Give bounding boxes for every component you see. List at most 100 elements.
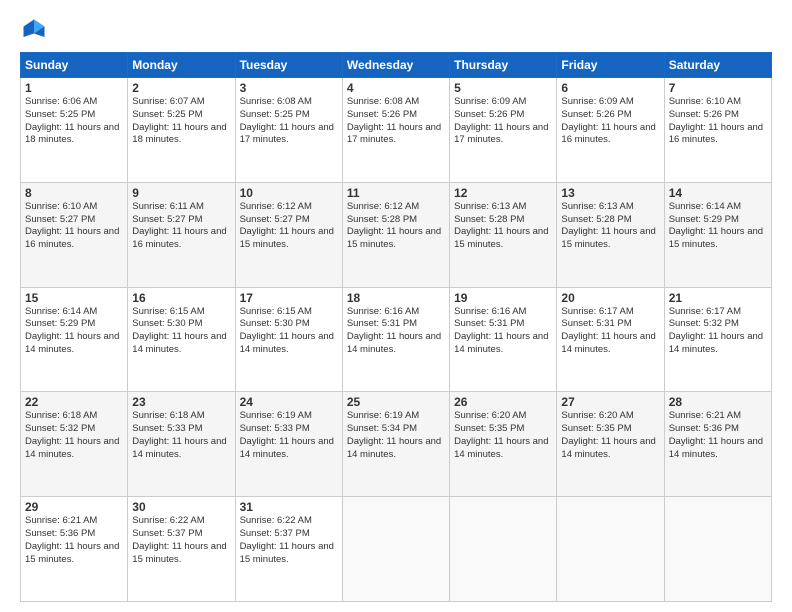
sunset-label: Sunset: 5:35 PM [454,423,524,434]
sunrise-label: Sunrise: 6:09 AM [454,96,526,107]
day-info: Sunrise: 6:17 AM Sunset: 5:32 PM Dayligh… [669,306,767,357]
day-cell: 3 Sunrise: 6:08 AM Sunset: 5:25 PM Dayli… [235,78,342,183]
daylight-label: Daylight: 11 hours and 14 minutes. [669,331,763,355]
sunset-label: Sunset: 5:31 PM [561,318,631,329]
day-number: 11 [347,186,445,200]
daylight-label: Daylight: 11 hours and 14 minutes. [454,436,548,460]
daylight-label: Daylight: 11 hours and 14 minutes. [25,436,119,460]
sunrise-label: Sunrise: 6:19 AM [240,410,312,421]
day-cell: 28 Sunrise: 6:21 AM Sunset: 5:36 PM Dayl… [664,392,771,497]
sunrise-label: Sunrise: 6:16 AM [454,306,526,317]
day-number: 6 [561,81,659,95]
sunset-label: Sunset: 5:29 PM [669,214,739,225]
sunrise-label: Sunrise: 6:12 AM [240,201,312,212]
daylight-label: Daylight: 11 hours and 16 minutes. [561,122,655,146]
daylight-label: Daylight: 11 hours and 14 minutes. [240,436,334,460]
week-row-5: 29 Sunrise: 6:21 AM Sunset: 5:36 PM Dayl… [21,497,772,602]
sunrise-label: Sunrise: 6:07 AM [132,96,204,107]
day-info: Sunrise: 6:10 AM Sunset: 5:26 PM Dayligh… [669,96,767,147]
day-info: Sunrise: 6:14 AM Sunset: 5:29 PM Dayligh… [669,201,767,252]
daylight-label: Daylight: 11 hours and 15 minutes. [347,226,441,250]
day-info: Sunrise: 6:22 AM Sunset: 5:37 PM Dayligh… [132,515,230,566]
day-number: 31 [240,500,338,514]
sunset-label: Sunset: 5:25 PM [132,109,202,120]
col-header-tuesday: Tuesday [235,53,342,78]
day-cell: 12 Sunrise: 6:13 AM Sunset: 5:28 PM Dayl… [450,182,557,287]
col-header-saturday: Saturday [664,53,771,78]
day-number: 7 [669,81,767,95]
sunset-label: Sunset: 5:26 PM [347,109,417,120]
day-info: Sunrise: 6:19 AM Sunset: 5:33 PM Dayligh… [240,410,338,461]
daylight-label: Daylight: 11 hours and 15 minutes. [25,541,119,565]
col-header-wednesday: Wednesday [342,53,449,78]
day-cell: 13 Sunrise: 6:13 AM Sunset: 5:28 PM Dayl… [557,182,664,287]
daylight-label: Daylight: 11 hours and 14 minutes. [561,436,655,460]
sunset-label: Sunset: 5:27 PM [25,214,95,225]
sunrise-label: Sunrise: 6:09 AM [561,96,633,107]
sunrise-label: Sunrise: 6:21 AM [669,410,741,421]
day-cell: 1 Sunrise: 6:06 AM Sunset: 5:25 PM Dayli… [21,78,128,183]
day-number: 20 [561,291,659,305]
daylight-label: Daylight: 11 hours and 18 minutes. [25,122,119,146]
sunrise-label: Sunrise: 6:10 AM [669,96,741,107]
sunset-label: Sunset: 5:30 PM [132,318,202,329]
day-info: Sunrise: 6:06 AM Sunset: 5:25 PM Dayligh… [25,96,123,147]
day-cell: 26 Sunrise: 6:20 AM Sunset: 5:35 PM Dayl… [450,392,557,497]
day-info: Sunrise: 6:13 AM Sunset: 5:28 PM Dayligh… [454,201,552,252]
day-number: 30 [132,500,230,514]
sunset-label: Sunset: 5:25 PM [240,109,310,120]
day-cell: 31 Sunrise: 6:22 AM Sunset: 5:37 PM Dayl… [235,497,342,602]
daylight-label: Daylight: 11 hours and 17 minutes. [347,122,441,146]
daylight-label: Daylight: 11 hours and 14 minutes. [669,436,763,460]
daylight-label: Daylight: 11 hours and 15 minutes. [240,226,334,250]
day-info: Sunrise: 6:21 AM Sunset: 5:36 PM Dayligh… [25,515,123,566]
daylight-label: Daylight: 11 hours and 14 minutes. [240,331,334,355]
sunset-label: Sunset: 5:37 PM [240,528,310,539]
day-cell: 6 Sunrise: 6:09 AM Sunset: 5:26 PM Dayli… [557,78,664,183]
day-info: Sunrise: 6:16 AM Sunset: 5:31 PM Dayligh… [347,306,445,357]
daylight-label: Daylight: 11 hours and 15 minutes. [454,226,548,250]
day-number: 29 [25,500,123,514]
day-info: Sunrise: 6:15 AM Sunset: 5:30 PM Dayligh… [132,306,230,357]
day-info: Sunrise: 6:08 AM Sunset: 5:25 PM Dayligh… [240,96,338,147]
day-number: 27 [561,395,659,409]
day-info: Sunrise: 6:17 AM Sunset: 5:31 PM Dayligh… [561,306,659,357]
day-number: 5 [454,81,552,95]
day-number: 13 [561,186,659,200]
sunset-label: Sunset: 5:32 PM [669,318,739,329]
day-info: Sunrise: 6:12 AM Sunset: 5:27 PM Dayligh… [240,201,338,252]
day-number: 26 [454,395,552,409]
sunrise-label: Sunrise: 6:11 AM [132,201,204,212]
day-info: Sunrise: 6:21 AM Sunset: 5:36 PM Dayligh… [669,410,767,461]
sunrise-label: Sunrise: 6:15 AM [240,306,312,317]
day-cell: 11 Sunrise: 6:12 AM Sunset: 5:28 PM Dayl… [342,182,449,287]
day-info: Sunrise: 6:20 AM Sunset: 5:35 PM Dayligh… [454,410,552,461]
day-cell [342,497,449,602]
day-cell: 15 Sunrise: 6:14 AM Sunset: 5:29 PM Dayl… [21,287,128,392]
logo-icon [20,16,48,44]
day-info: Sunrise: 6:16 AM Sunset: 5:31 PM Dayligh… [454,306,552,357]
day-number: 17 [240,291,338,305]
day-cell: 8 Sunrise: 6:10 AM Sunset: 5:27 PM Dayli… [21,182,128,287]
day-number: 1 [25,81,123,95]
daylight-label: Daylight: 11 hours and 17 minutes. [240,122,334,146]
sunset-label: Sunset: 5:35 PM [561,423,631,434]
sunrise-label: Sunrise: 6:17 AM [669,306,741,317]
sunrise-label: Sunrise: 6:15 AM [132,306,204,317]
sunset-label: Sunset: 5:33 PM [132,423,202,434]
day-cell: 16 Sunrise: 6:15 AM Sunset: 5:30 PM Dayl… [128,287,235,392]
daylight-label: Daylight: 11 hours and 17 minutes. [454,122,548,146]
day-info: Sunrise: 6:09 AM Sunset: 5:26 PM Dayligh… [561,96,659,147]
col-header-friday: Friday [557,53,664,78]
sunrise-label: Sunrise: 6:22 AM [132,515,204,526]
day-info: Sunrise: 6:12 AM Sunset: 5:28 PM Dayligh… [347,201,445,252]
day-cell: 4 Sunrise: 6:08 AM Sunset: 5:26 PM Dayli… [342,78,449,183]
day-cell: 21 Sunrise: 6:17 AM Sunset: 5:32 PM Dayl… [664,287,771,392]
day-cell: 27 Sunrise: 6:20 AM Sunset: 5:35 PM Dayl… [557,392,664,497]
day-number: 4 [347,81,445,95]
day-cell: 25 Sunrise: 6:19 AM Sunset: 5:34 PM Dayl… [342,392,449,497]
day-number: 21 [669,291,767,305]
sunset-label: Sunset: 5:27 PM [240,214,310,225]
daylight-label: Daylight: 11 hours and 14 minutes. [561,331,655,355]
sunset-label: Sunset: 5:29 PM [25,318,95,329]
